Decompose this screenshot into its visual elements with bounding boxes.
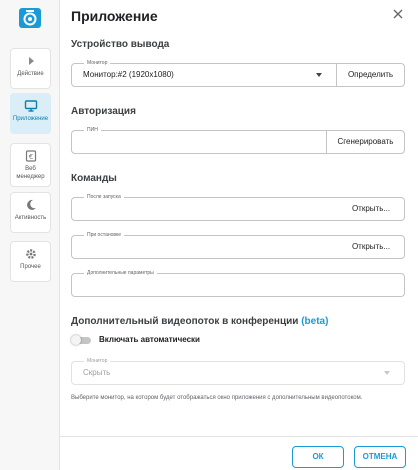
- commands-heading: Команды: [71, 173, 117, 184]
- sidebar-item-application[interactable]: Приложение: [10, 93, 51, 134]
- app-logo-icon: [19, 8, 41, 28]
- monitor-icon: [24, 100, 37, 112]
- sidebar-item-label: Действие: [17, 71, 44, 77]
- monitor-select-value: Монитор:#2 (1920x1080): [83, 70, 174, 79]
- cancel-button[interactable]: ОТМЕНА: [354, 446, 406, 468]
- output-device-heading: Устройство вывода: [71, 39, 170, 50]
- video-monitor-select[interactable]: Монитор Скрыть: [71, 356, 405, 385]
- beta-badge: (beta): [301, 316, 329, 327]
- extra-params-label: Дополнительные параметры: [84, 268, 157, 278]
- video-hint: Выберите монитор, на котором будет отобр…: [71, 395, 363, 401]
- chevron-down-icon: [384, 371, 390, 375]
- footer-divider: [60, 436, 418, 437]
- close-icon[interactable]: [392, 8, 404, 20]
- stop-command-label: При остановке: [84, 230, 125, 240]
- monitor-select[interactable]: Монитор Монитор:#2 (1920x1080) Определит…: [71, 58, 405, 87]
- chevron-down-icon: [316, 73, 322, 77]
- start-command-label: После запуска: [84, 192, 124, 202]
- sidebar-item-activity[interactable]: Активность: [10, 192, 51, 233]
- start-open-button[interactable]: Открыть...: [338, 198, 404, 220]
- detect-button[interactable]: Определить: [336, 64, 404, 86]
- sidebar-item-action[interactable]: Действие: [10, 48, 51, 89]
- web-manager-icon: €: [25, 150, 36, 162]
- start-command-field[interactable]: После запуска Открыть...: [71, 192, 405, 221]
- sidebar-item-other[interactable]: Прочее: [10, 241, 51, 282]
- dialog-title: Приложение: [71, 8, 158, 24]
- pin-field[interactable]: ПИН Сгенерировать: [71, 125, 405, 154]
- play-icon: [28, 57, 34, 65]
- svg-text:€: €: [28, 153, 32, 161]
- stop-command-field[interactable]: При остановке Открыть...: [71, 230, 405, 259]
- dialog: Приложение Устройство вывода Монитор Мон…: [60, 0, 418, 470]
- video-monitor-value: Скрыть: [83, 368, 111, 377]
- sidebar-item-label: Веб менеджер: [16, 166, 45, 180]
- sidebar-item-label: Прочее: [20, 264, 41, 270]
- ok-button[interactable]: ОК: [292, 446, 344, 468]
- sidebar-item-label: Приложение: [12, 116, 49, 122]
- sidebar-item-web-manager[interactable]: € Веб менеджер: [10, 143, 51, 187]
- auto-enable-label: Включать автоматически: [99, 335, 200, 344]
- sidebar: Действие Приложение € Веб менеджер Актив…: [0, 0, 60, 470]
- generate-button[interactable]: Сгенерировать: [326, 131, 404, 153]
- auth-heading: Авторизация: [71, 106, 136, 117]
- video-stream-heading: Дополнительный видеопоток в конференции …: [71, 316, 328, 327]
- video-stream-heading-text: Дополнительный видеопоток в конференции: [71, 316, 299, 327]
- moon-icon: [26, 199, 36, 210]
- auto-enable-toggle[interactable]: [71, 335, 93, 345]
- stop-open-button[interactable]: Открыть...: [338, 236, 404, 258]
- toggle-thumb: [71, 335, 81, 345]
- video-monitor-label: Монитор: [84, 356, 111, 366]
- extra-params-field[interactable]: Дополнительные параметры: [71, 268, 405, 297]
- gear-icon: [25, 249, 36, 259]
- pin-field-label: ПИН: [84, 125, 101, 135]
- monitor-select-label: Монитор: [84, 58, 111, 68]
- sidebar-item-label: Активность: [14, 215, 47, 221]
